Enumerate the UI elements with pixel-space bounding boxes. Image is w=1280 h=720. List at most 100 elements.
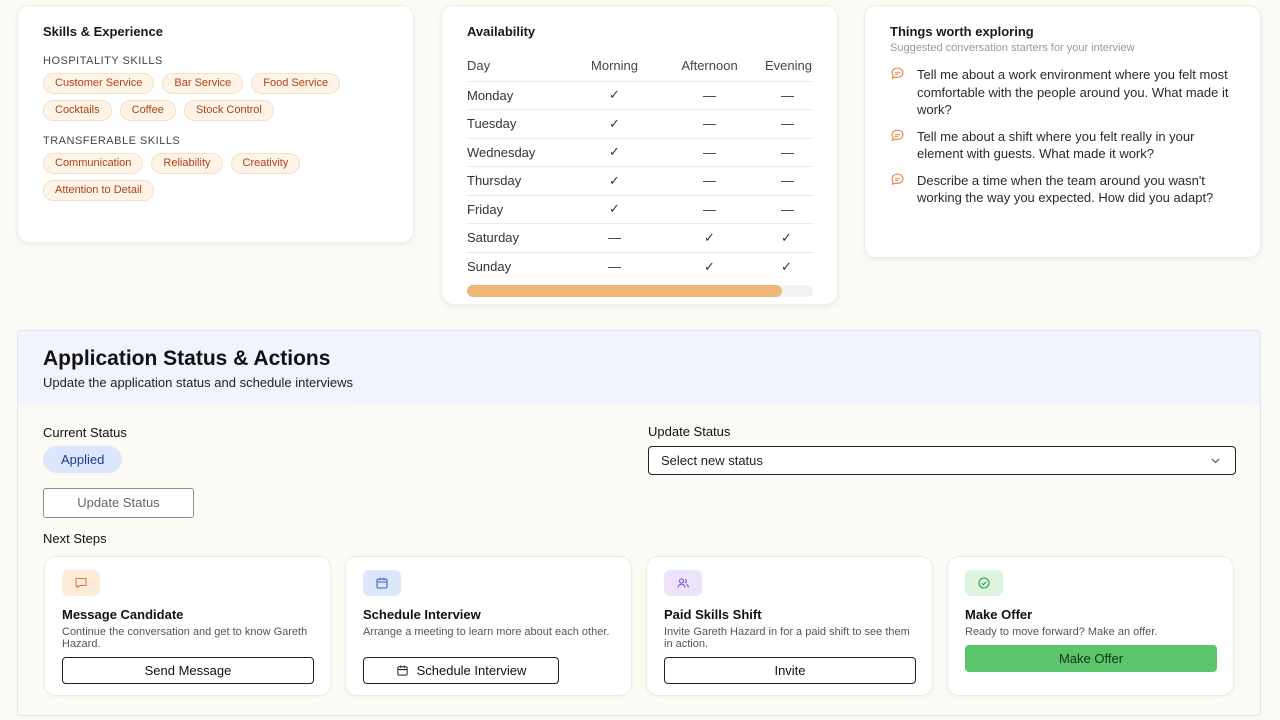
afternoon-cell: — — [662, 80, 757, 110]
afternoon-cell: ✓ — [662, 251, 757, 281]
step-card-schedule: Schedule Interview Arrange a meeting to … — [345, 556, 632, 696]
button-label: Invite — [774, 663, 806, 678]
morning-cell: ✓ — [567, 194, 662, 224]
step-card-make-offer: Make Offer Ready to move forward? Make a… — [947, 556, 1234, 696]
application-status-panel: Application Status & Actions Update the … — [17, 330, 1261, 716]
chevron-down-icon — [1210, 447, 1221, 485]
button-label: Send Message — [144, 663, 232, 678]
status-title: Application Status & Actions — [43, 347, 331, 370]
evening-cell: — — [757, 194, 813, 224]
step-card-message: Message Candidate Continue the conversat… — [44, 556, 331, 696]
day-cell: Tuesday — [467, 109, 567, 138]
column-header-evening: Evening — [765, 58, 812, 74]
button-label: Make Offer — [1058, 651, 1124, 666]
skills-title: Skills & Experience — [43, 24, 163, 39]
chat-bubble-icon — [891, 172, 904, 185]
skill-chip: Creativity — [230, 153, 301, 174]
day-cell: Friday — [467, 194, 567, 224]
column-header-day: Day — [467, 58, 491, 74]
make-offer-button[interactable]: Make Offer — [965, 645, 1217, 672]
hospitality-skills-heading: HOSPITALITY SKILLS — [43, 55, 163, 67]
status-badge: Applied — [43, 446, 123, 473]
evening-cell: — — [757, 80, 813, 110]
availability-table-scroll[interactable]: Day Morning Afternoon Evening Monday ✓ — — T… — [467, 51, 813, 281]
availability-row-monday: Monday ✓ — — — [467, 80, 813, 110]
availability-row-friday: Friday ✓ — — — [467, 194, 813, 224]
update-status-button[interactable]: Update Status — [43, 488, 194, 518]
skill-chip: Customer Service — [43, 73, 155, 94]
availability-row-tuesday: Tuesday ✓ — — — [467, 109, 813, 138]
status-select-value: Select new status — [661, 453, 763, 468]
day-cell: Monday — [467, 80, 567, 110]
transferable-skills-heading: TRANSFERABLE SKILLS — [43, 135, 181, 147]
chat-bubble-icon — [891, 67, 904, 80]
availability-table: Day Morning Afternoon Evening Monday ✓ — — T… — [467, 51, 813, 281]
exploring-title: Things worth exploring — [890, 24, 1034, 39]
morning-cell: — — [567, 251, 662, 281]
question-item: Describe a time when the team around you… — [890, 172, 1235, 207]
day-cell: Sunday — [467, 251, 567, 281]
step-description: Invite Gareth Hazard in for a paid shift… — [664, 626, 910, 650]
schedule-interview-button[interactable]: Schedule Interview — [363, 657, 559, 684]
evening-cell: — — [757, 166, 813, 195]
afternoon-cell: — — [662, 166, 757, 195]
chat-bubble-icon — [891, 128, 904, 141]
exploring-card: Things worth exploring Suggested convers… — [864, 5, 1261, 258]
skill-chip: Communication — [43, 153, 144, 174]
calendar-icon — [396, 665, 408, 676]
question-item: Tell me about a shift where you felt rea… — [890, 128, 1235, 163]
skill-chip: Cocktails — [43, 100, 112, 121]
step-title: Schedule Interview — [363, 607, 481, 622]
button-label: Schedule Interview — [416, 663, 527, 678]
scrollbar-thumb[interactable] — [467, 284, 782, 297]
hospitality-skill-chips: Customer Service Bar Service Food Servic… — [43, 73, 373, 121]
step-description: Continue the conversation and get to kno… — [62, 626, 308, 650]
skill-chip: Bar Service — [162, 73, 244, 94]
message-icon — [62, 570, 100, 596]
step-card-paid-shift: Paid Skills Shift Invite Gareth Hazard i… — [646, 556, 933, 696]
availability-card: Availability Day Morning Afternoon Eveni… — [441, 5, 838, 305]
evening-cell: ✓ — [757, 223, 813, 252]
evening-cell: ✓ — [757, 251, 813, 281]
day-cell: Thursday — [467, 166, 567, 195]
availability-row-saturday: Saturday — ✓ ✓ — [467, 223, 813, 252]
afternoon-cell: — — [662, 194, 757, 224]
step-title: Message Candidate — [62, 607, 184, 622]
status-header: Application Status & Actions Update the … — [18, 331, 1260, 405]
calendar-icon — [363, 570, 401, 596]
invite-button[interactable]: Invite — [664, 657, 916, 684]
question-text: Tell me about a shift where you felt rea… — [917, 128, 1195, 162]
morning-cell: ✓ — [567, 137, 662, 167]
column-header-morning: Morning — [591, 58, 638, 74]
send-message-button[interactable]: Send Message — [62, 657, 314, 684]
check-circle-icon — [965, 570, 1003, 596]
morning-cell: ✓ — [567, 166, 662, 195]
morning-cell: ✓ — [567, 80, 662, 110]
column-header-afternoon: Afternoon — [681, 58, 738, 74]
afternoon-cell: — — [662, 109, 757, 138]
availability-row-sunday: Sunday — ✓ ✓ — [467, 251, 813, 281]
users-icon — [664, 570, 702, 596]
status-select[interactable]: Select new status — [648, 446, 1236, 475]
question-text: Tell me about a work environment where y… — [917, 67, 1229, 117]
day-cell: Saturday — [467, 223, 567, 252]
skills-card: Skills & Experience HOSPITALITY SKILLS C… — [17, 5, 414, 243]
current-status-label: Current Status — [43, 425, 127, 440]
afternoon-cell: ✓ — [662, 223, 757, 252]
status-subtitle: Update the application status and schedu… — [43, 375, 354, 390]
question-item: Tell me about a work environment where y… — [890, 66, 1235, 119]
morning-cell: ✓ — [567, 109, 662, 138]
evening-cell: — — [757, 137, 813, 167]
availability-row-wednesday: Wednesday ✓ — — — [467, 137, 813, 167]
step-title: Paid Skills Shift — [664, 607, 762, 622]
morning-cell: — — [567, 223, 662, 252]
skill-chip: Reliability — [151, 153, 223, 174]
availability-title: Availability — [467, 24, 536, 39]
skill-chip: Stock Control — [183, 100, 274, 121]
horizontal-scrollbar[interactable] — [467, 284, 813, 297]
availability-row-thursday: Thursday ✓ — — — [467, 166, 813, 195]
question-text: Describe a time when the team around you… — [917, 172, 1214, 206]
day-cell: Wednesday — [467, 137, 567, 167]
update-status-label: Update Status — [648, 424, 731, 439]
skill-chip: Food Service — [251, 73, 341, 94]
